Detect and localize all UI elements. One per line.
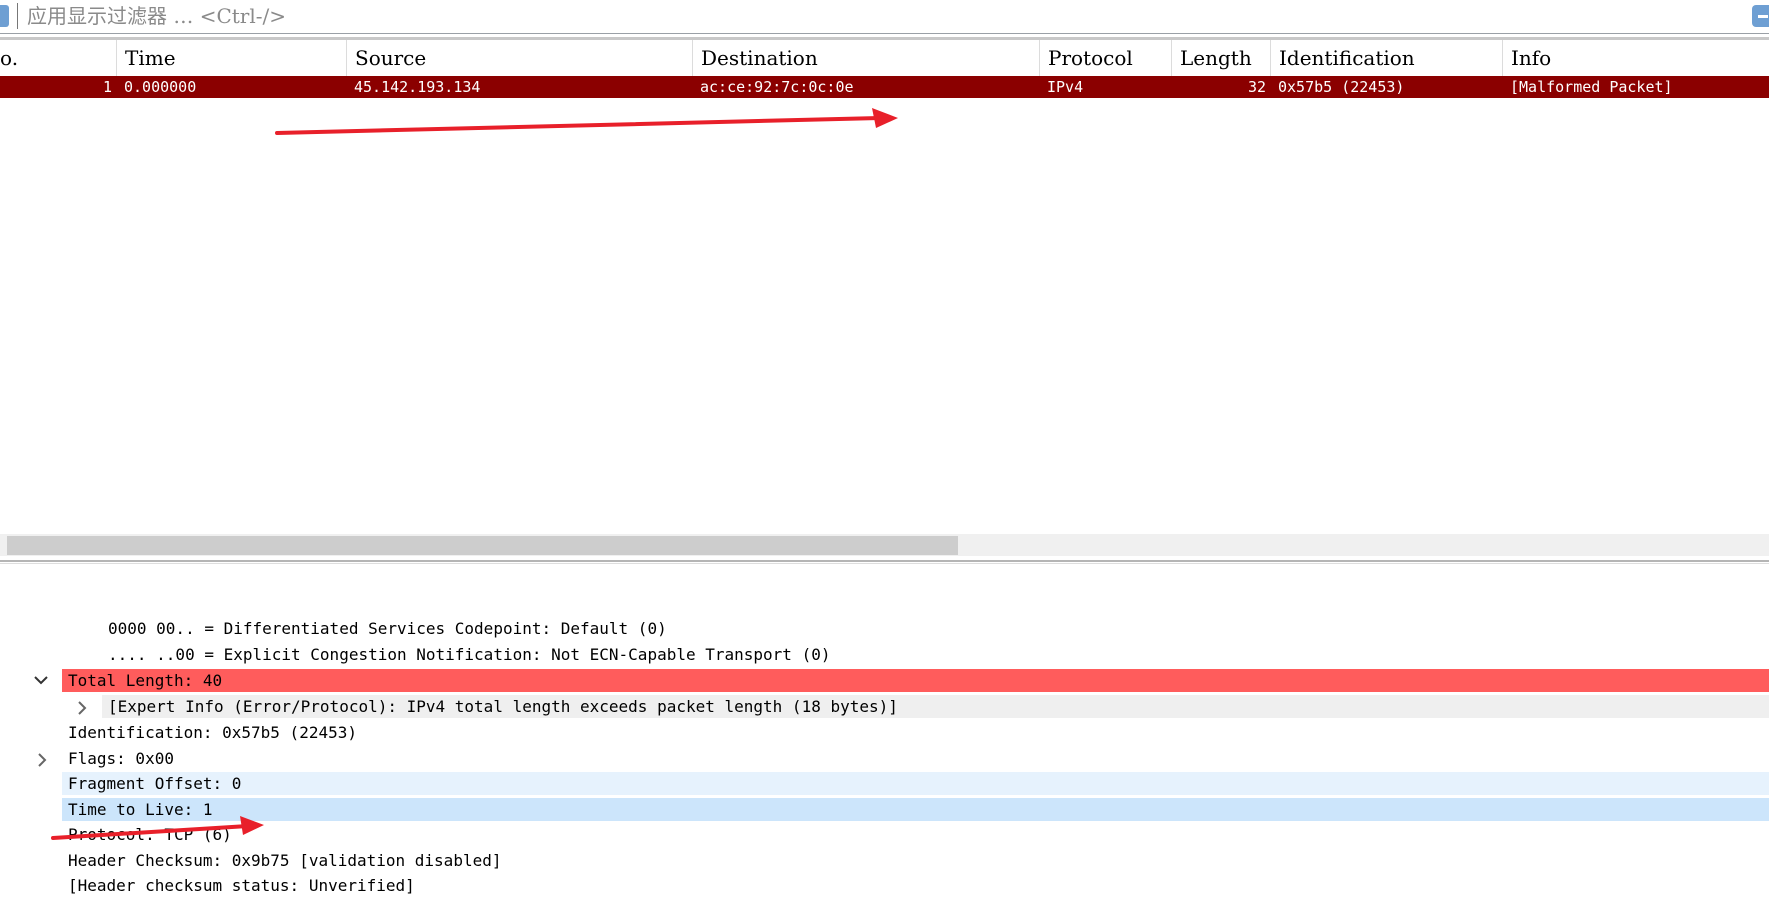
column-header-no[interactable]: o. [0, 40, 117, 76]
packet-row-selected[interactable]: 1 0.000000 45.142.193.134 ac:ce:92:7c:0c… [0, 76, 1769, 98]
detail-total-length[interactable]: Total Length: 40 [62, 669, 1769, 692]
cell-info: [Malformed Packet] [1510, 78, 1673, 96]
cell-no: 1 [102, 78, 112, 96]
cell-time: 0.000000 [124, 78, 197, 96]
pane-splitter[interactable] [0, 560, 1769, 562]
column-header-time[interactable]: Time [117, 40, 347, 76]
apply-filter-icon[interactable] [1752, 5, 1769, 27]
chevron-down-icon[interactable] [31, 669, 51, 692]
detail-fragment-offset[interactable]: Fragment Offset: 0 [62, 772, 1769, 795]
chevron-right-icon[interactable] [34, 747, 54, 770]
column-header-info[interactable]: Info [1503, 40, 1769, 76]
packet-list: o. Time Source Destination Protocol Leng… [0, 40, 1769, 533]
detail-expert-info[interactable]: [Expert Info (Error/Protocol): IPv4 tota… [102, 695, 1769, 718]
detail-flags[interactable]: Flags: 0x00 [68, 747, 174, 770]
column-header-length[interactable]: Length [1172, 40, 1271, 76]
cell-identification: 0x57b5 (22453) [1278, 78, 1405, 96]
column-header-identification[interactable]: Identification [1271, 40, 1503, 76]
cell-length: 32 [1247, 78, 1266, 96]
detail-protocol[interactable]: Protocol: TCP (6) [68, 823, 232, 846]
pane-splitter-highlight [0, 563, 1769, 564]
cell-destination: ac:ce:92:7c:0c:0e [700, 78, 854, 96]
detail-identification[interactable]: Identification: 0x57b5 (22453) [68, 721, 357, 744]
bookmark-icon[interactable] [0, 5, 9, 27]
detail-time-to-live[interactable]: Time to Live: 1 [62, 798, 1769, 821]
detail-checksum-status[interactable]: [Header checksum status: Unverified] [68, 874, 415, 897]
packet-list-horizontal-scrollbar[interactable] [0, 534, 1769, 556]
detail-ecn[interactable]: .... ..00 = Explicit Congestion Notifica… [108, 643, 830, 666]
column-header-destination[interactable]: Destination [693, 40, 1040, 76]
display-filter-bar [0, 0, 1769, 34]
chevron-right-icon[interactable] [74, 695, 94, 718]
column-header-protocol[interactable]: Protocol [1040, 40, 1172, 76]
detail-header-checksum[interactable]: Header Checksum: 0x9b75 [validation disa… [68, 849, 501, 872]
column-header-source[interactable]: Source [347, 40, 693, 76]
detail-dscp[interactable]: 0000 00.. = Differentiated Services Code… [108, 617, 667, 640]
cell-source: 45.142.193.134 [354, 78, 481, 96]
cell-protocol: IPv4 [1047, 78, 1084, 96]
scrollbar-thumb[interactable] [7, 536, 958, 555]
display-filter-input[interactable] [17, 3, 1732, 29]
